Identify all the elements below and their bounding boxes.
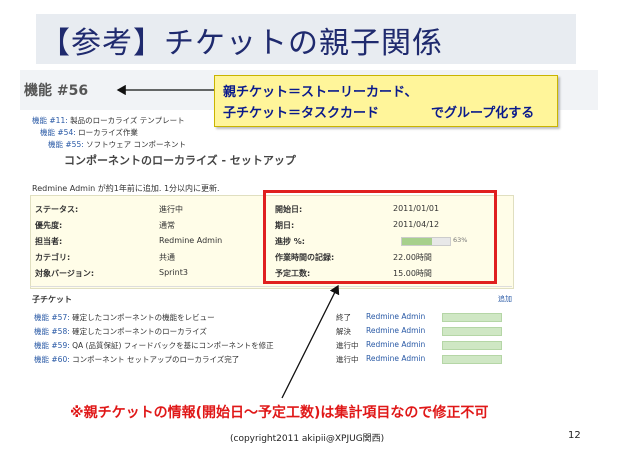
subtask-row[interactable]: 機能 #58: 確定したコンポーネントのローカライズ 解決 Redmine Ad…: [34, 324, 504, 337]
subtask-row[interactable]: 機能 #57: 確定したコンポーネントの機能をレビュー 終了 Redmine A…: [34, 310, 504, 323]
subtask-id[interactable]: 機能 #60:: [34, 355, 70, 364]
breadcrumb-3-text: ソフトウェア コンポーネント: [86, 140, 187, 149]
subtask-title[interactable]: 機能 #60: コンポーネント セットアップのローカライズ完了: [34, 354, 239, 365]
subtask-assignee[interactable]: Redmine Admin: [366, 340, 425, 349]
subtask-assignee[interactable]: Redmine Admin: [366, 354, 425, 363]
subtask-progress: [442, 327, 502, 336]
subtask-title-text: コンポーネント セットアップのローカライズ完了: [72, 355, 240, 364]
breadcrumb-3[interactable]: 機能 #55: ソフトウェア コンポーネント: [48, 139, 186, 150]
breadcrumb-3-link[interactable]: 機能 #55:: [48, 140, 84, 149]
subtask-progress: [442, 341, 502, 350]
subtask-row[interactable]: 機能 #59: QA (品質保証) フィードバックを基にコンポーネントを修正 進…: [34, 338, 504, 351]
target-version-label: 対象バージョン:: [35, 269, 95, 278]
subtask-status: 終了: [336, 313, 351, 322]
subtask-status: 解決: [336, 327, 351, 336]
breadcrumb-1-text: 製品のローカライズ テンプレート: [70, 116, 185, 125]
breadcrumb-2-link[interactable]: 機能 #54:: [40, 128, 76, 137]
callout-line-2: 子チケット＝タスクカード: [223, 106, 380, 121]
priority-value: 通常: [159, 221, 175, 230]
add-subtask-link[interactable]: 追加: [498, 294, 512, 304]
subtask-assignee[interactable]: Redmine Admin: [366, 312, 425, 321]
status-label: ステータス:: [35, 205, 79, 214]
subtask-title[interactable]: 機能 #59: QA (品質保証) フィードバックを基にコンポーネントを修正: [34, 340, 274, 351]
callout-line-1: 親チケット＝ストーリーカード、: [223, 85, 418, 100]
page-number: 12: [568, 430, 581, 441]
category-value: 共通: [159, 253, 175, 262]
note-text: ※親チケットの情報(開始日～予定工数)は集計項目なので修正不可: [70, 405, 489, 421]
subtask-id[interactable]: 機能 #59:: [34, 341, 70, 350]
subtask-title[interactable]: 機能 #58: 確定したコンポーネントのローカライズ: [34, 326, 207, 337]
subtask-id[interactable]: 機能 #57:: [34, 313, 70, 322]
slide-title: 【参考】チケットの親子関係: [40, 26, 443, 61]
section-divider: [30, 286, 512, 287]
subtask-row[interactable]: 機能 #60: コンポーネント セットアップのローカライズ完了 進行中 Redm…: [34, 352, 504, 365]
breadcrumb-2[interactable]: 機能 #54: ローカライズ作業: [40, 127, 138, 138]
callout-line-3: でグループ化する: [431, 106, 535, 121]
subtask-id[interactable]: 機能 #58:: [34, 327, 70, 336]
breadcrumb-1-link[interactable]: 機能 #11:: [32, 116, 68, 125]
subtask-title-text: 確定したコンポーネントのローカライズ: [72, 327, 207, 336]
target-version-value[interactable]: Sprint3: [159, 268, 188, 277]
copyright-footer: (copyright2011 akipii@XPJUG関西): [230, 434, 385, 444]
issue-number: 機能 #56: [24, 83, 89, 99]
subtask-assignee[interactable]: Redmine Admin: [366, 326, 425, 335]
issue-subject: コンポーネントのローカライズ - セットアップ: [64, 154, 296, 167]
callout-box: 親チケット＝ストーリーカード、 子チケット＝タスクカード でグループ化する: [214, 75, 558, 127]
assignee-value[interactable]: Redmine Admin: [159, 236, 222, 245]
priority-label: 優先度:: [35, 221, 63, 230]
subtask-title[interactable]: 機能 #57: 確定したコンポーネントの機能をレビュー: [34, 312, 215, 323]
subtask-status: 進行中: [336, 355, 359, 364]
breadcrumb-2-text: ローカライズ作業: [78, 128, 138, 137]
assignee-label: 担当者:: [35, 237, 63, 246]
subtasks-title: 子チケット: [32, 295, 72, 304]
author-line: Redmine Admin が約1年前に追加. 1分以内に更新.: [32, 184, 220, 193]
subtask-status: 進行中: [336, 341, 359, 350]
slide-title-bar: 【参考】チケットの親子関係: [36, 14, 576, 64]
subtask-progress: [442, 313, 502, 322]
category-label: カテゴリ:: [35, 253, 71, 262]
subtask-title-text: 確定したコンポーネントの機能をレビュー: [72, 313, 215, 322]
subtask-progress: [442, 355, 502, 364]
aggregate-fields-highlight: [263, 190, 497, 284]
status-value: 進行中: [159, 205, 183, 214]
breadcrumb-1[interactable]: 機能 #11: 製品のローカライズ テンプレート: [32, 115, 185, 126]
subtask-title-text: QA (品質保証) フィードバックを基にコンポーネントを修正: [72, 341, 274, 350]
